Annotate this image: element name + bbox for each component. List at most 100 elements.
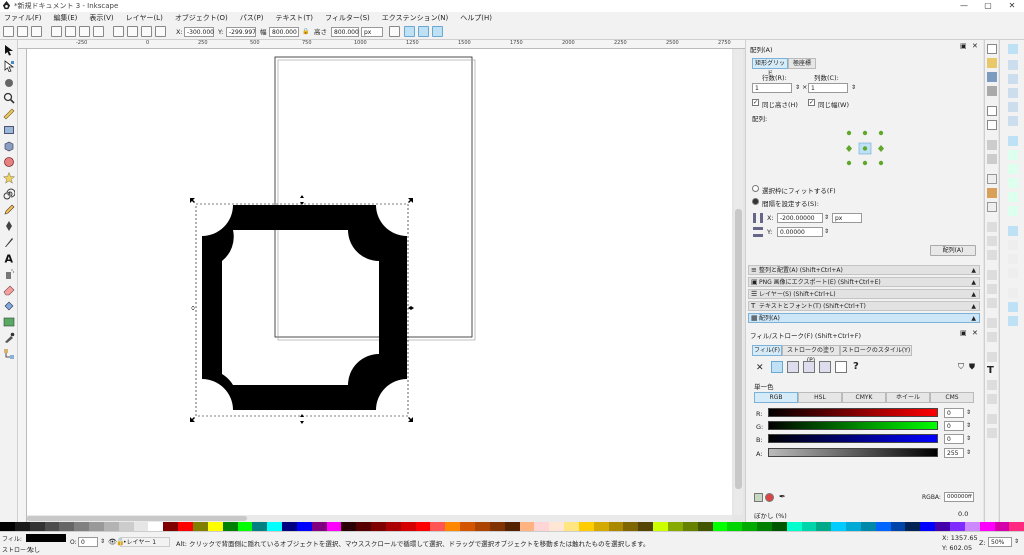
swatch[interactable] <box>163 522 179 531</box>
deselect-icon[interactable] <box>31 26 42 37</box>
fill-swatch[interactable] <box>26 534 66 542</box>
snap-guide-icon[interactable] <box>1008 316 1018 326</box>
height-field[interactable]: 800.000 <box>331 27 359 37</box>
snap-nodes-icon[interactable] <box>1008 136 1018 146</box>
swatch[interactable] <box>356 522 372 531</box>
zoom-page-icon[interactable] <box>987 250 997 260</box>
pen-tool-icon[interactable] <box>3 220 15 232</box>
stepper-icon[interactable]: ⇕ <box>966 435 971 442</box>
snap-midpoint-icon[interactable] <box>1008 206 1018 216</box>
select-all-layers-icon[interactable] <box>17 26 28 37</box>
swatch[interactable] <box>29 522 45 531</box>
dock-collapse-icon[interactable]: ▣ <box>960 329 967 337</box>
tab-polar[interactable]: 極座標 <box>788 58 816 69</box>
vertical-scrollbar[interactable] <box>734 49 743 515</box>
undo-icon[interactable] <box>987 140 997 150</box>
dropper-tool-icon[interactable] <box>3 332 15 344</box>
stepper-icon[interactable]: ⇕ <box>824 228 829 235</box>
swatch[interactable] <box>192 522 208 531</box>
menu-view[interactable]: 表示(V) <box>89 12 113 24</box>
snap-bbox-midpoint-icon[interactable] <box>1008 102 1018 112</box>
swatch[interactable] <box>757 522 772 531</box>
select-all-icon[interactable] <box>3 26 14 37</box>
swatch[interactable] <box>460 522 475 531</box>
swatch[interactable] <box>207 522 223 531</box>
tab-stroke-style[interactable]: ストロークのスタイル(Y) <box>840 345 912 356</box>
swatch[interactable] <box>608 522 624 531</box>
menu-edit[interactable]: 編集(E) <box>54 12 78 24</box>
zoom-drawing-icon[interactable] <box>987 236 997 246</box>
color-picker-icon[interactable]: ✒ <box>779 492 786 501</box>
alignment-dot[interactable] <box>878 130 884 136</box>
menu-layer[interactable]: レイヤー(L) <box>126 12 163 24</box>
snap-cusp-icon[interactable] <box>1008 178 1018 188</box>
handle-top-left[interactable] <box>190 198 195 203</box>
maximize-button[interactable]: ▢ <box>980 0 996 12</box>
swatch[interactable] <box>593 522 609 531</box>
gradient-tool-icon[interactable] <box>3 316 15 328</box>
radial-gradient-icon[interactable] <box>803 361 815 373</box>
rows-field[interactable]: 1 <box>752 83 792 93</box>
snap-intersection-icon[interactable] <box>1008 164 1018 174</box>
cols-field[interactable]: 1 <box>808 83 848 93</box>
linear-gradient-icon[interactable] <box>787 361 799 373</box>
print-icon[interactable] <box>987 86 997 96</box>
swatch[interactable] <box>59 522 75 531</box>
same-width-checkbox[interactable]: ✓ <box>808 99 815 106</box>
move-patterns-icon[interactable] <box>432 26 443 37</box>
swatch[interactable] <box>653 522 668 531</box>
width-field[interactable]: 800.000 <box>269 27 299 37</box>
swatch[interactable] <box>549 522 565 531</box>
stepper-icon[interactable]: ⇕ <box>851 84 856 91</box>
swatch[interactable] <box>623 522 639 531</box>
snap-grid-icon[interactable] <box>1008 302 1018 312</box>
alignment-dot[interactable] <box>878 160 884 166</box>
alignment-grid[interactable] <box>846 130 884 166</box>
lower-icon[interactable] <box>141 26 152 37</box>
swatch[interactable] <box>831 522 847 531</box>
snap-bbox-center-icon[interactable] <box>1008 116 1018 126</box>
spray-tool-icon[interactable] <box>3 268 15 280</box>
expand-arrow-icon[interactable]: ▲ <box>971 290 976 299</box>
dock-close-icon[interactable]: ✕ <box>972 329 978 337</box>
swatch[interactable] <box>14 522 30 531</box>
drawing-canvas[interactable] <box>27 49 732 515</box>
menu-help[interactable]: ヘルプ(H) <box>460 12 492 24</box>
swatch[interactable] <box>875 522 891 531</box>
arrange-button[interactable]: 配列(A) <box>930 245 976 256</box>
copy-icon[interactable] <box>987 174 997 184</box>
swatch[interactable] <box>727 522 743 531</box>
tab-hsl[interactable]: HSL <box>798 392 842 403</box>
opacity-field[interactable]: 0 <box>78 537 98 547</box>
swatch[interactable] <box>771 522 787 531</box>
swatch[interactable] <box>712 522 728 531</box>
swatch[interactable] <box>148 522 164 531</box>
group-icon[interactable] <box>987 318 997 328</box>
fill-rule-nonzero-icon[interactable]: ⛊ <box>969 362 975 372</box>
raise-to-top-icon[interactable] <box>113 26 124 37</box>
expand-arrow-icon[interactable]: ▲ <box>971 266 976 275</box>
fill-rule-evenodd-icon[interactable]: ⛉ <box>958 362 964 372</box>
duplicate-icon[interactable] <box>987 270 997 280</box>
cut-icon[interactable] <box>987 188 997 198</box>
handle-bottom[interactable] <box>300 414 304 424</box>
tweak-tool-icon[interactable] <box>3 76 15 88</box>
handle-bottom-right[interactable] <box>408 417 413 422</box>
rotate-ccw-icon[interactable] <box>51 26 62 37</box>
node-tool-icon[interactable] <box>3 60 15 72</box>
dock-collapse-icon[interactable]: ▣ <box>960 42 967 50</box>
snap-bbox-corner-icon[interactable] <box>1008 88 1018 98</box>
mesh-icon[interactable] <box>819 361 831 373</box>
expand-arrow-icon[interactable]: ▲ <box>971 314 976 323</box>
text-font-icon[interactable]: T <box>987 366 997 376</box>
swatch[interactable] <box>118 522 134 531</box>
object-properties-icon[interactable] <box>987 394 997 404</box>
snap-others-icon[interactable] <box>1008 226 1018 236</box>
alignment-dot[interactable] <box>862 130 868 136</box>
alignment-dot[interactable] <box>862 146 868 151</box>
raise-icon[interactable] <box>127 26 138 37</box>
swatch[interactable] <box>564 522 579 531</box>
canvas-drawing[interactable] <box>27 49 732 515</box>
swatch[interactable] <box>742 522 758 531</box>
vertical-ruler[interactable] <box>18 49 27 522</box>
